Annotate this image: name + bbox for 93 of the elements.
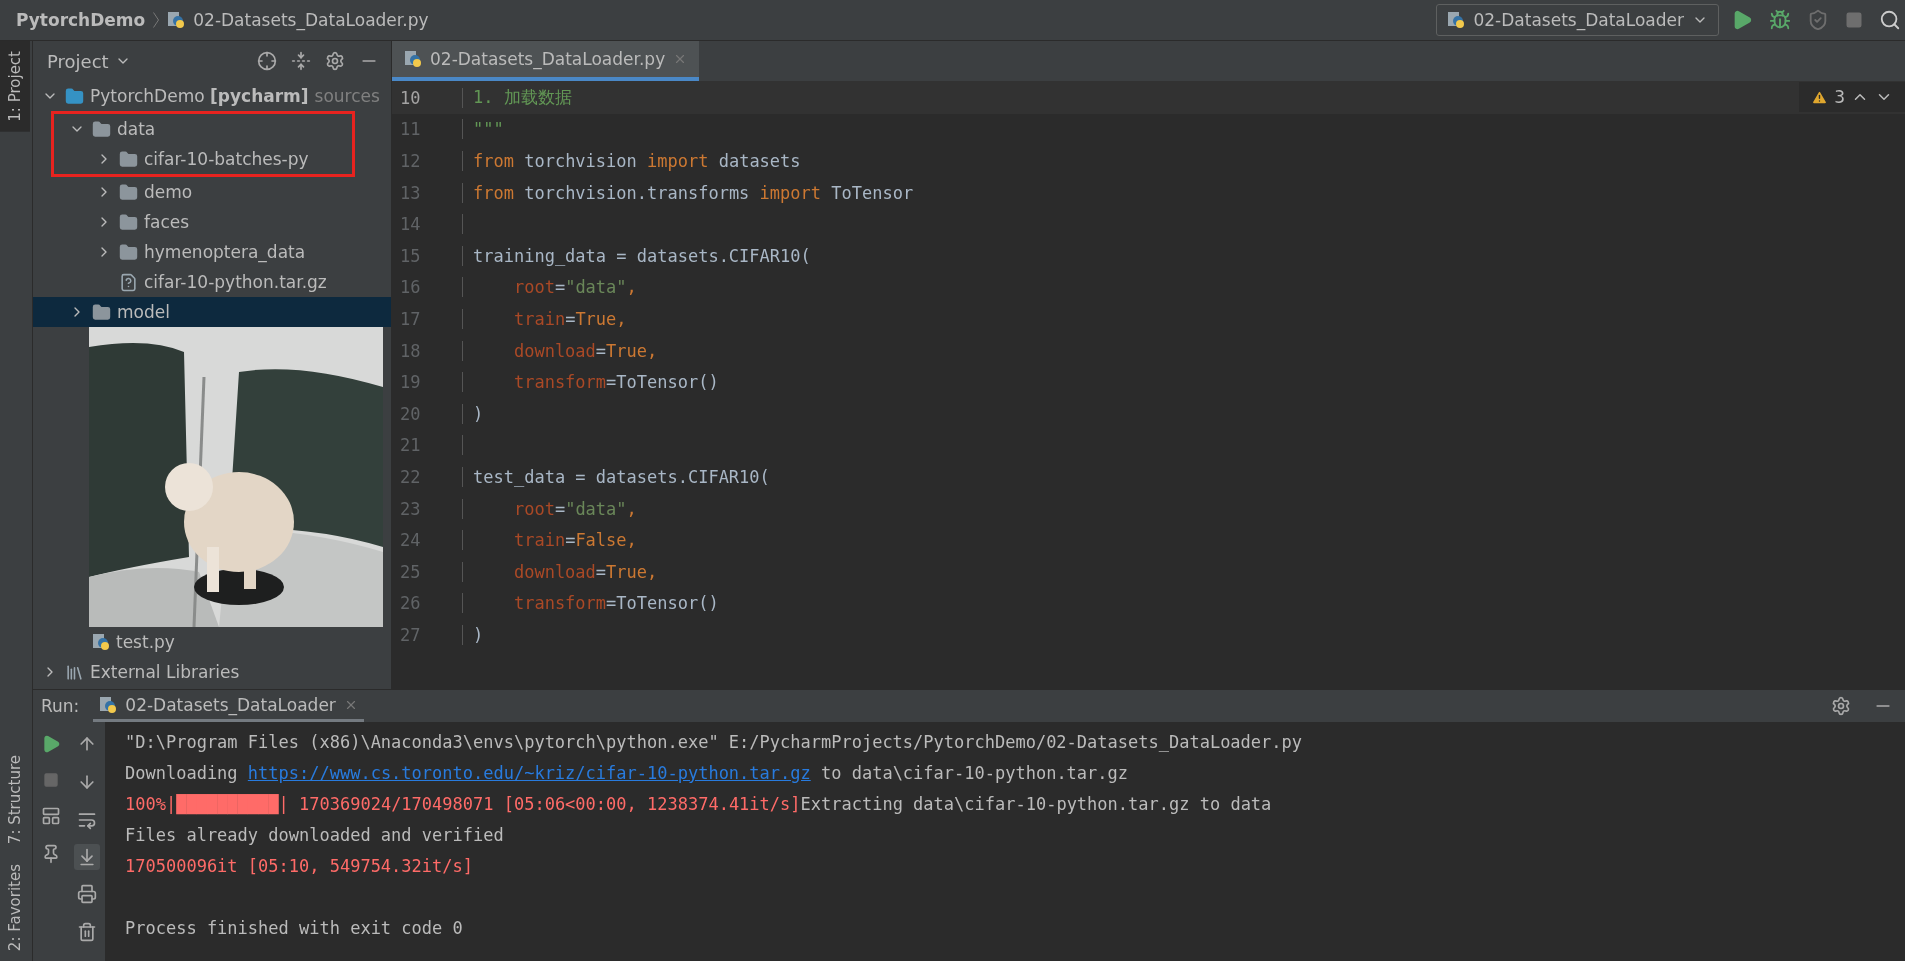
tree-label: faces xyxy=(144,212,190,232)
code-line: train=True, xyxy=(512,308,627,329)
output-text: "D:\Program Files (x86)\Anaconda3\envs\pytorch\python.exe" E:/PycharmProjects/PytorchDemo/02-Datasets_DataLoader.py xyxy=(125,731,1302,752)
folder-icon xyxy=(92,119,111,139)
tree-row[interactable]: cifar-10-python.tar.gz xyxy=(33,267,391,297)
project-tool-tab[interactable]: 1: Project xyxy=(0,41,30,132)
output-link[interactable]: https://www.cs.toronto.edu/~kriz/cifar-10-python.tar.gz xyxy=(247,762,811,783)
tree-row[interactable]: data xyxy=(51,111,355,144)
output-text: 170500096it [05:10, 549754.32it/s] xyxy=(125,855,473,876)
tree-label: data xyxy=(117,119,156,139)
code-line: download=True, xyxy=(512,340,658,361)
code-line: from torchvision.transforms import ToTensor xyxy=(473,182,914,203)
run-label: Run: xyxy=(41,696,80,716)
folder-icon xyxy=(119,242,138,262)
line-number: 26 xyxy=(392,593,463,614)
tree-row[interactable]: faces xyxy=(33,207,391,237)
code-line: root="data", xyxy=(512,498,637,519)
code-line: ) xyxy=(473,624,484,645)
output-text: 100%| xyxy=(125,793,177,814)
breadcrumb-separator-icon xyxy=(153,12,160,28)
tool-window-tab[interactable]: 7: Structure xyxy=(0,744,30,854)
tree-row[interactable]: cifar-10-batches-py xyxy=(51,144,355,177)
library-icon xyxy=(65,662,84,682)
output-text: Process finished with exit code 0 xyxy=(125,917,463,938)
tree-row[interactable]: hymenoptera_data xyxy=(33,237,391,267)
tree-row[interactable]: model xyxy=(33,297,391,327)
code-line: """ xyxy=(473,119,504,140)
progress-bar-text: ██████████ xyxy=(176,793,279,814)
code-line: transform=ToTensor() xyxy=(512,372,719,393)
code-line: training_data = datasets.CIFAR10( xyxy=(473,245,811,266)
tree-label: cifar-10-python.tar.gz xyxy=(144,272,327,292)
line-number: 10 xyxy=(392,87,463,108)
output-text: | 170369024/170498071 [05:06<00:00, 1238374.41it/s] xyxy=(278,793,801,814)
tree-label: demo xyxy=(144,182,193,202)
tree-label: model xyxy=(117,302,170,322)
python-file-icon xyxy=(99,695,118,714)
code-line: from torchvision import datasets xyxy=(473,151,801,171)
line-number: 22 xyxy=(392,466,463,487)
line-number: 27 xyxy=(392,624,463,645)
line-number: 20 xyxy=(392,403,463,424)
folder-icon xyxy=(92,302,111,322)
tree-row[interactable]: External Libraries xyxy=(33,657,391,687)
run-config-dropdown[interactable]: 02-Datasets_DataLoader xyxy=(1436,4,1719,36)
output-text: to data\cifar-10-python.tar.gz xyxy=(820,762,1129,783)
python-file-icon xyxy=(92,633,110,651)
line-number: 23 xyxy=(392,498,463,519)
warning-indicator[interactable]: 3 xyxy=(1799,82,1905,112)
python-file-icon xyxy=(404,50,422,68)
output-text: Extracting data\cifar-10-python.tar.gz to data xyxy=(800,793,1272,814)
tree-label: hymenoptera_data xyxy=(144,242,306,262)
tree-row[interactable]: demo xyxy=(33,177,391,207)
code-line: ) xyxy=(473,403,484,424)
breadcrumb[interactable]: 02-Datasets_DataLoader.py xyxy=(193,10,429,30)
warning-icon xyxy=(1811,88,1829,106)
line-number: 11 xyxy=(392,119,463,140)
tree-row[interactable]: PytorchDemo [pycharm] sources xyxy=(33,81,391,111)
tree-label: test.py xyxy=(116,632,175,652)
line-number: 12 xyxy=(392,151,463,171)
python-file-icon xyxy=(167,11,186,29)
scroll-to-end-icon[interactable] xyxy=(74,844,100,870)
line-number: 18 xyxy=(392,340,463,361)
python-file-icon xyxy=(1447,11,1466,29)
folder-icon xyxy=(119,182,138,202)
code-line: root="data", xyxy=(512,277,637,298)
code-line: train=False, xyxy=(512,530,637,551)
tree-label: PytorchDemo [pycharm] xyxy=(90,86,309,106)
line-number: 24 xyxy=(392,530,463,551)
module-folder-icon xyxy=(65,86,84,106)
folder-icon xyxy=(119,149,138,169)
output-text: Downloading xyxy=(125,762,239,783)
line-number: 15 xyxy=(392,245,463,266)
tool-window-tab[interactable]: 2: Favorites xyxy=(0,853,30,961)
folder-icon xyxy=(119,212,138,232)
line-number: 13 xyxy=(392,182,463,203)
tree-row[interactable]: test.py xyxy=(33,627,391,657)
code-line: test_data = datasets.CIFAR10( xyxy=(473,466,770,487)
line-number: 25 xyxy=(392,561,463,582)
editor-tab[interactable]: 02-Datasets_DataLoader.py xyxy=(392,41,700,81)
code-line: transform=ToTensor() xyxy=(512,593,719,614)
breadcrumb[interactable]: PytorchDemo xyxy=(16,10,146,30)
code-line: download=True, xyxy=(512,561,658,582)
output-text: Files already downloaded and verified xyxy=(125,824,504,845)
tree-label: External Libraries xyxy=(90,662,240,682)
line-number: 17 xyxy=(392,308,463,329)
line-number: 21 xyxy=(392,435,463,456)
tree-label: cifar-10-batches-py xyxy=(144,149,309,169)
code-line: 1. 加载数据 xyxy=(473,86,572,110)
project-view-dropdown[interactable]: Project xyxy=(41,49,137,73)
line-number: 14 xyxy=(392,214,463,235)
line-number: 19 xyxy=(392,372,463,393)
unknown-file-icon xyxy=(119,272,138,292)
line-number: 16 xyxy=(392,277,463,298)
tree-label-hint: sources xyxy=(314,86,380,106)
